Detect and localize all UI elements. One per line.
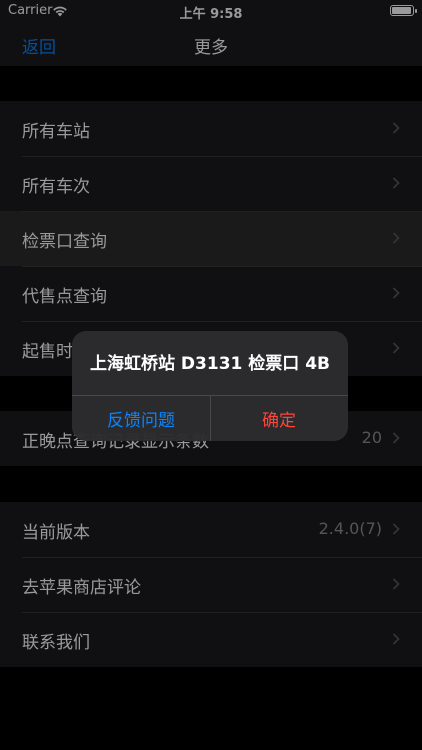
feedback-button[interactable]: 反馈问题 <box>72 395 210 441</box>
alert-message: 上海虹桥站 D3131 检票口 4B <box>90 354 330 374</box>
confirm-button[interactable]: 确定 <box>210 395 348 441</box>
alert-dialog: 上海虹桥站 D3131 检票口 4B 反馈问题 确定 <box>72 331 348 441</box>
